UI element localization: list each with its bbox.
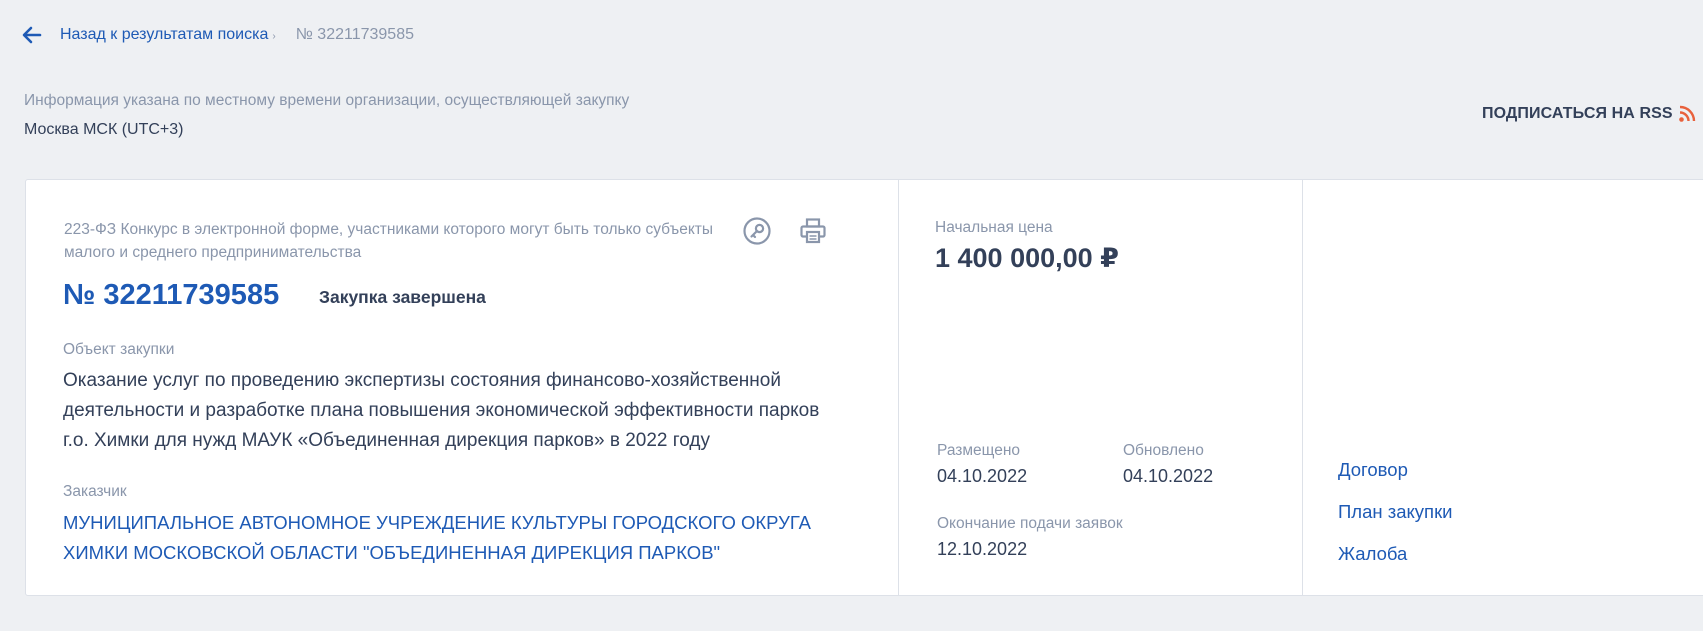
procurement-type: 223-ФЗ Конкурс в электронной форме, учас… — [64, 221, 714, 261]
object-description: Оказание услуг по проведению экспертизы … — [63, 370, 820, 451]
posted-date: 04.10.2022 — [937, 466, 1028, 486]
purchase-plan-link[interactable]: План закупки — [1338, 501, 1453, 523]
customer-link[interactable]: МУНИЦИПАЛЬНОЕ АВТОНОМНОЕ УЧРЕЖДЕНИЕ КУЛЬ… — [63, 508, 843, 568]
card-divider — [898, 180, 899, 595]
card-divider — [1302, 180, 1303, 595]
timezone-note: Информация указана по местному времени о… — [24, 92, 630, 109]
rss-label: ПОДПИСАТЬСЯ НА RSS — [1482, 105, 1673, 122]
posted-label: Размещено — [937, 442, 1021, 459]
price-value: 1 400 000,00 ₽ — [935, 243, 1119, 273]
deadline-date: 12.10.2022 — [937, 539, 1028, 559]
deadline-label: Окончание подачи заявок — [937, 515, 1123, 532]
key-icon[interactable] — [742, 216, 772, 246]
timezone-value: Москва МСК (UTC+3) — [24, 121, 184, 138]
arrow-left-icon[interactable] — [22, 25, 42, 45]
customer-label: Заказчик — [63, 483, 127, 500]
complaint-link[interactable]: Жалоба — [1338, 543, 1407, 565]
printer-icon[interactable] — [798, 216, 828, 246]
registry-number[interactable]: № 32211739585 — [63, 279, 279, 312]
breadcrumb-separator: › — [272, 30, 276, 42]
rss-icon — [1678, 105, 1695, 122]
updated-date: 04.10.2022 — [1123, 466, 1214, 486]
back-to-results-link[interactable]: Назад к результатам поиска — [60, 26, 268, 44]
updated-label: Обновлено — [1123, 442, 1204, 459]
status-badge: Закупка завершена — [319, 287, 486, 307]
object-label: Объект закупки — [63, 341, 175, 358]
purchase-card: 223-ФЗ Конкурс в электронной форме, учас… — [25, 179, 1703, 596]
breadcrumb: Назад к результатам поиска › № 322117395… — [22, 24, 414, 46]
rss-subscribe-button[interactable]: ПОДПИСАТЬСЯ НА RSS — [1482, 105, 1696, 123]
contract-link[interactable]: Договор — [1338, 459, 1408, 481]
breadcrumb-current: № 32211739585 — [295, 26, 414, 43]
price-label: Начальная цена — [935, 219, 1053, 236]
